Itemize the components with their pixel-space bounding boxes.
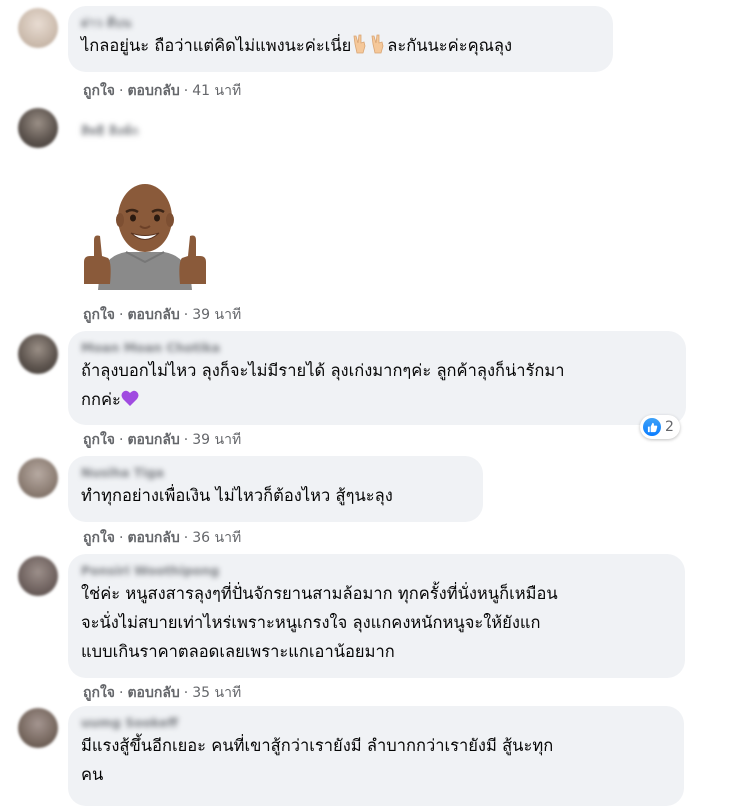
like-link[interactable]: ถูกใจ bbox=[83, 685, 115, 701]
comment-actions: ถูกใจ · ตอบกลับ · 36 นาที bbox=[83, 530, 242, 546]
reply-link[interactable]: ตอบกลับ bbox=[127, 83, 179, 99]
comment-text-line1: ใช่ค่ะ หนูสงสารลุงๆที่ปั่นจักรยานสามล้อม… bbox=[81, 584, 558, 603]
avatar[interactable] bbox=[18, 458, 58, 498]
like-link[interactable]: ถูกใจ bbox=[83, 432, 115, 448]
reaction-count: 2 bbox=[665, 419, 674, 435]
like-icon bbox=[643, 418, 661, 436]
comment-text-line3: แบบเกินราคาตลอดเลยเพราะแกเอาน้อยมาก bbox=[81, 642, 395, 661]
comment-bubble: Moan Moan Chotika ถ้าลุงบอกไม่ไหว ลุงก็จ… bbox=[68, 331, 686, 425]
comment-bubble: สิทธิ สิงห์ก bbox=[68, 114, 268, 138]
avatar[interactable] bbox=[18, 8, 58, 48]
comment-actions: ถูกใจ · ตอบกลับ · 41 นาที bbox=[83, 83, 242, 99]
comment-text-main: ไกลอยู่นะ ถือว่าแต่คิดไม่แพงนะค่ะเนี่ย bbox=[81, 36, 352, 55]
thumbs-up-avatar-sticker bbox=[84, 184, 206, 290]
comment-text-line2-main: กกค่ะ bbox=[81, 390, 121, 409]
like-link[interactable]: ถูกใจ bbox=[83, 530, 115, 546]
comment-author[interactable]: Nusiha Tiga bbox=[81, 464, 469, 481]
comment-author[interactable]: Ponsiri Woothipong bbox=[81, 562, 671, 579]
reply-link[interactable]: ตอบกลับ bbox=[127, 307, 179, 323]
comment-text-line2: กกค่ะ bbox=[81, 385, 672, 414]
avatar[interactable] bbox=[18, 108, 58, 148]
comment-time[interactable]: 41 นาที bbox=[192, 83, 241, 99]
comment-author[interactable]: uumg Sookeff bbox=[81, 714, 670, 731]
reaction-badge[interactable]: 2 bbox=[640, 415, 680, 439]
avatar[interactable] bbox=[18, 708, 58, 748]
comment-bubble: ผ่าว ตีบน ไกลอยู่นะ ถือว่าแต่คิดไม่แพงนะ… bbox=[68, 6, 613, 72]
victory-hand-emoji bbox=[371, 34, 384, 54]
reply-link[interactable]: ตอบกลับ bbox=[127, 530, 179, 546]
comment-time[interactable]: 39 นาที bbox=[192, 307, 241, 323]
reply-link[interactable]: ตอบกลับ bbox=[127, 685, 179, 701]
like-link[interactable]: ถูกใจ bbox=[83, 83, 115, 99]
comment-actions: ถูกใจ · ตอบกลับ · 39 นาที bbox=[83, 432, 242, 448]
victory-hand-emoji bbox=[353, 34, 366, 54]
comment-text-tail: ละกันนะค่ะคุณลุง bbox=[387, 36, 513, 55]
comment-author[interactable]: Moan Moan Chotika bbox=[81, 339, 672, 356]
comment-text-line1: ถ้าลุงบอกไม่ไหว ลุงก็จะไม่มีรายได้ ลุงเก… bbox=[81, 361, 565, 380]
comment-bubble: Ponsiri Woothipong ใช่ค่ะ หนูสงสารลุงๆที… bbox=[68, 554, 685, 678]
comment-text: ทำทุกอย่างเพื่อเงิน ไม่ไหวก็ต้องไหว สู้ๆ… bbox=[81, 486, 393, 505]
reply-link[interactable]: ตอบกลับ bbox=[127, 432, 179, 448]
comment-bubble: Nusiha Tiga ทำทุกอย่างเพื่อเงิน ไม่ไหวก็… bbox=[68, 456, 483, 522]
comment-text-line1: มีแรงสู้ขึ้นอีกเยอะ คนที่เขาสู้กว่าเรายั… bbox=[81, 736, 554, 755]
purple-heart-emoji bbox=[121, 390, 139, 406]
avatar[interactable] bbox=[18, 556, 58, 596]
comment-time[interactable]: 39 นาที bbox=[192, 432, 241, 448]
comment-text-line2: จะนั่งไม่สบายเท่าไหร่เพราะหนูเกรงใจ ลุงแ… bbox=[81, 613, 541, 632]
comment-actions: ถูกใจ · ตอบกลับ · 39 นาที bbox=[83, 307, 242, 323]
comment-author[interactable]: ผ่าว ตีบน bbox=[81, 14, 599, 31]
comment-text: ไกลอยู่นะ ถือว่าแต่คิดไม่แพงนะค่ะเนี่ย ละ… bbox=[81, 31, 599, 60]
like-link[interactable]: ถูกใจ bbox=[83, 307, 115, 323]
comment-time[interactable]: 36 นาที bbox=[192, 530, 241, 546]
comment-actions: ถูกใจ · ตอบกลับ · 35 นาที bbox=[83, 685, 242, 701]
comment-text-line2: คน bbox=[81, 765, 104, 784]
comment-time[interactable]: 35 นาที bbox=[192, 685, 241, 701]
comment-bubble: uumg Sookeff มีแรงสู้ขึ้นอีกเยอะ คนที่เข… bbox=[68, 706, 684, 806]
avatar[interactable] bbox=[18, 334, 58, 374]
comment-author[interactable]: สิทธิ สิงห์ก bbox=[81, 122, 254, 139]
